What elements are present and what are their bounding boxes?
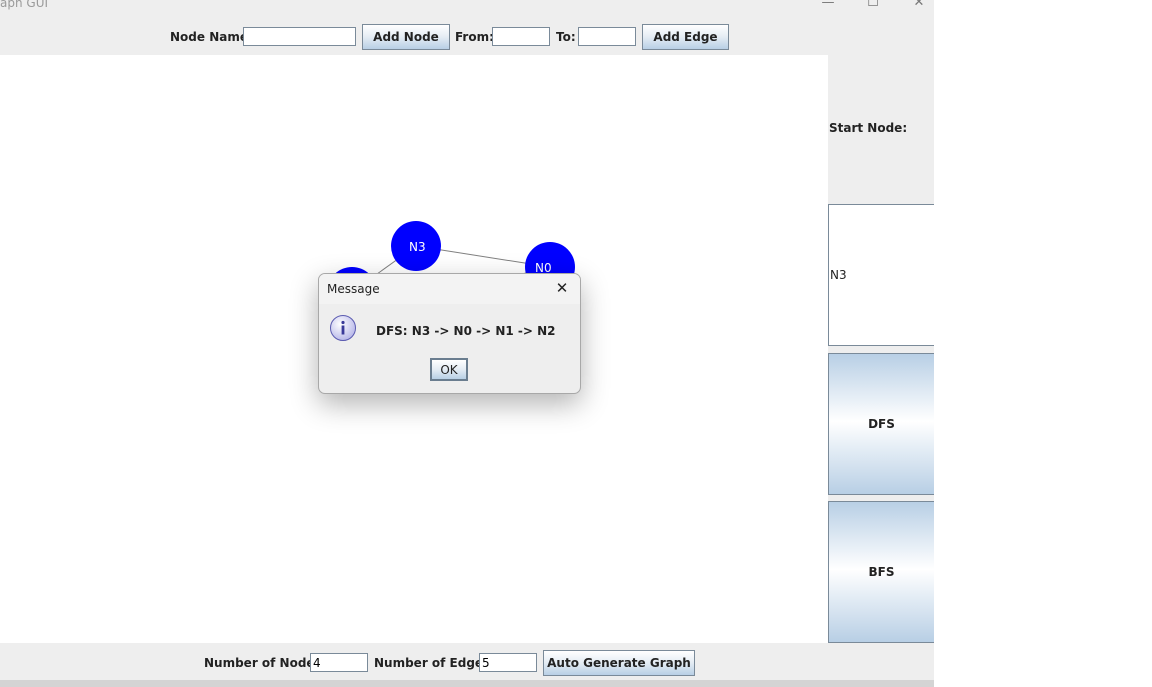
- start-node-value: N3: [830, 268, 847, 282]
- dialog-title: Message: [327, 282, 380, 296]
- toolbar: Node Name: Add Node From: To: Add Edge: [0, 18, 934, 55]
- add-edge-button[interactable]: Add Edge: [642, 24, 729, 50]
- bottom-bar: Number of Nodes: Number of Edges: Auto G…: [0, 643, 934, 680]
- message-dialog: Message ✕ DFS: N3 -> N0 -> N1 -> N2 OK: [318, 273, 581, 394]
- dfs-button[interactable]: DFS: [828, 353, 934, 495]
- maximize-icon[interactable]: ☐: [863, 0, 883, 11]
- ok-button[interactable]: OK: [430, 358, 468, 381]
- start-node-field[interactable]: N3: [828, 204, 934, 346]
- title-bar: aph GUI — ☐ ✕: [0, 0, 934, 18]
- app-window: aph GUI — ☐ ✕ Node Name: Add Node From: …: [0, 0, 934, 687]
- info-icon: [330, 315, 356, 341]
- from-input[interactable]: [492, 27, 550, 46]
- add-node-button[interactable]: Add Node: [362, 24, 450, 50]
- dialog-close-icon[interactable]: ✕: [552, 278, 572, 298]
- num-edges-label: Number of Edges:: [374, 656, 496, 670]
- close-icon[interactable]: ✕: [909, 0, 929, 11]
- graph-node-label-n3: N3: [409, 240, 426, 254]
- num-nodes-input[interactable]: [310, 653, 368, 672]
- taskbar-strip: [0, 680, 934, 687]
- node-name-input[interactable]: [243, 27, 356, 46]
- bfs-button[interactable]: BFS: [828, 501, 934, 643]
- dialog-title-bar: Message ✕: [319, 274, 580, 304]
- side-panel: Start Node: N3 DFS BFS: [828, 55, 934, 643]
- num-nodes-label: Number of Nodes:: [204, 656, 327, 670]
- start-node-label: Start Node:: [829, 121, 908, 135]
- to-label: To:: [556, 30, 576, 44]
- minimize-icon[interactable]: —: [818, 0, 838, 11]
- num-edges-input[interactable]: [479, 653, 537, 672]
- window-title: aph GUI: [0, 0, 49, 10]
- from-label: From:: [455, 30, 494, 44]
- dialog-message: DFS: N3 -> N0 -> N1 -> N2: [376, 324, 556, 338]
- auto-generate-button[interactable]: Auto Generate Graph: [543, 650, 695, 676]
- to-input[interactable]: [578, 27, 636, 46]
- node-name-label: Node Name:: [170, 30, 253, 44]
